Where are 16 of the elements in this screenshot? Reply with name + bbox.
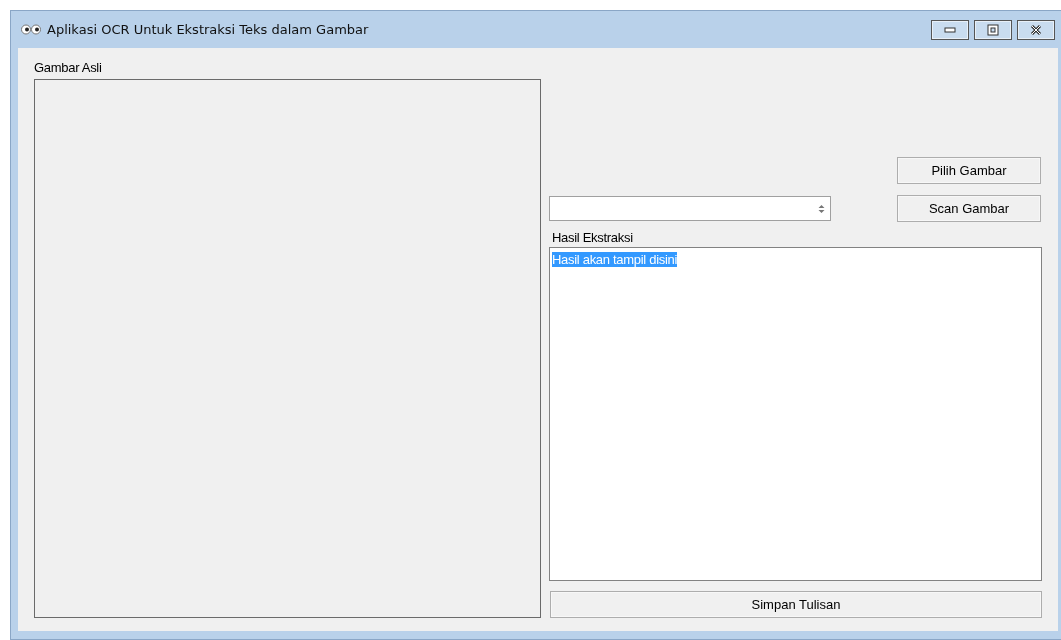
close-button[interactable] bbox=[1017, 19, 1055, 40]
scan-button[interactable]: Scan Gambar bbox=[897, 195, 1041, 222]
eyes-icon bbox=[21, 24, 41, 35]
minimize-button[interactable] bbox=[931, 19, 969, 40]
result-text: Hasil akan tampil disini bbox=[552, 252, 678, 267]
selector-field[interactable] bbox=[549, 196, 831, 221]
up-down-arrows-icon bbox=[818, 203, 825, 214]
maximize-button[interactable] bbox=[974, 19, 1012, 40]
save-button[interactable]: Simpan Tulisan bbox=[550, 591, 1042, 618]
choose-image-button[interactable]: Pilih Gambar bbox=[897, 157, 1041, 184]
minimize-icon bbox=[944, 26, 956, 33]
close-icon bbox=[1030, 23, 1042, 36]
maximize-icon bbox=[987, 23, 999, 36]
image-label: Gambar Asli bbox=[34, 60, 103, 77]
result-label: Hasil Ekstraksi bbox=[551, 230, 634, 247]
window-title: Aplikasi OCR Untuk Ekstraksi Teks dalam Gambar bbox=[47, 22, 370, 37]
